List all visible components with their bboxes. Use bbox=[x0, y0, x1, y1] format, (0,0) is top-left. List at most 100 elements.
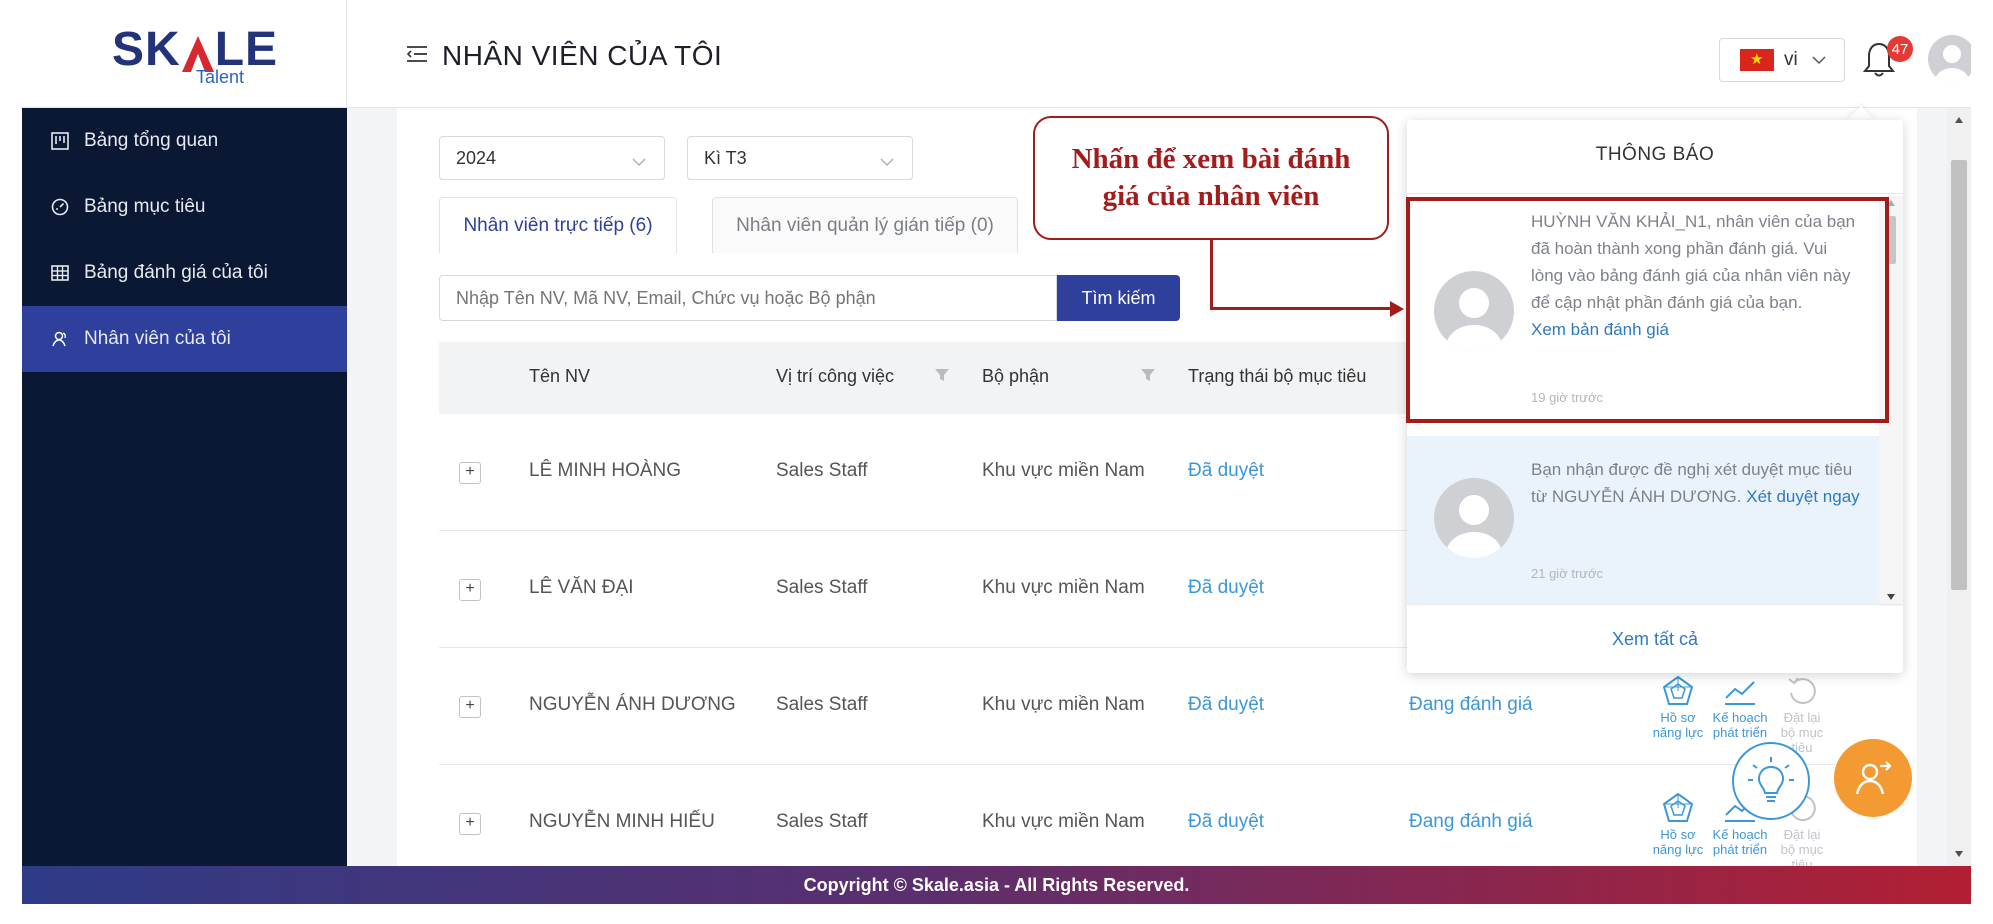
sidebar-item-goals[interactable]: Bảng mục tiêu bbox=[22, 174, 347, 240]
app-window: SK LE Talent Bảng tổng quan Bảng mục tiêu… bbox=[22, 0, 1971, 904]
table-icon bbox=[50, 263, 70, 283]
employee-position: Sales Staff bbox=[776, 460, 868, 481]
language-select[interactable]: vi bbox=[1719, 38, 1845, 82]
row-actions: Hồ sơ năng lực Kế hoạch phát triển Đặt l… bbox=[1647, 672, 1887, 755]
column-header-goal-status: Trạng thái bộ mục tiêu bbox=[1188, 366, 1367, 386]
trend-chart-icon bbox=[1709, 672, 1771, 710]
scroll-up-icon[interactable] bbox=[1954, 116, 1964, 124]
sidebar-nav: Bảng tổng quan Bảng mục tiêu Bảng đánh g… bbox=[22, 108, 347, 372]
column-header-position: Vị trí công việc bbox=[776, 366, 895, 386]
user-arrow-icon bbox=[1855, 761, 1892, 795]
page-title: NHÂN VIÊN CỦA TÔI bbox=[442, 40, 723, 71]
avatar bbox=[1434, 478, 1514, 558]
annotation-arrow-head bbox=[1390, 301, 1404, 317]
filter-icon[interactable] bbox=[1140, 368, 1156, 387]
action-label: Đặt lại bbox=[1783, 827, 1821, 842]
scroll-down-icon[interactable] bbox=[1954, 850, 1964, 858]
action-label: Kế hoạch bbox=[1712, 710, 1768, 725]
vietnam-flag-icon bbox=[1740, 49, 1774, 71]
gauge-icon bbox=[50, 197, 70, 217]
year-select[interactable]: 2024 bbox=[439, 136, 665, 180]
notification-text: Bạn nhận được đề nghị xét duyệt mục tiêu… bbox=[1531, 456, 1861, 510]
radar-chart-icon bbox=[1647, 672, 1709, 710]
employee-department: Khu vực miền Nam bbox=[982, 694, 1145, 715]
lightbulb-icon bbox=[1748, 757, 1794, 802]
sidebar-item-label: Nhân viên của tôi bbox=[84, 328, 231, 349]
approve-now-link[interactable]: Xét duyệt ngay bbox=[1746, 487, 1859, 506]
review-status[interactable]: Đang đánh giá bbox=[1409, 694, 1533, 716]
annotation-arrow bbox=[1210, 240, 1213, 310]
chevron-down-icon bbox=[632, 151, 646, 172]
radar-chart-icon bbox=[1647, 789, 1709, 827]
search-input[interactable] bbox=[439, 275, 1057, 321]
page-scroll-thumb[interactable] bbox=[1951, 160, 1967, 590]
action-label: năng lực bbox=[1652, 725, 1704, 740]
tips-button[interactable] bbox=[1732, 742, 1810, 820]
goal-status[interactable]: Đã duyệt bbox=[1188, 460, 1264, 482]
expand-row-button[interactable]: + bbox=[459, 579, 481, 601]
filter-icon[interactable] bbox=[934, 368, 950, 387]
competency-profile-button[interactable]: Hồ sơ năng lực bbox=[1647, 789, 1709, 857]
expand-row-button[interactable]: + bbox=[459, 462, 481, 484]
employee-department: Khu vực miền Nam bbox=[982, 577, 1145, 598]
annotation-callout: Nhấn để xem bài đánh giá của nhân viên bbox=[1033, 116, 1389, 240]
employee-name[interactable]: LÊ VĂN ĐẠI bbox=[529, 577, 634, 599]
column-header-name: Tên NV bbox=[529, 366, 591, 386]
employee-department: Khu vực miền Nam bbox=[982, 811, 1145, 832]
sidebar-item-label: Bảng tổng quan bbox=[84, 130, 219, 151]
employee-name[interactable]: LÊ MINH HOÀNG bbox=[529, 460, 681, 482]
goal-status[interactable]: Đã duyệt bbox=[1188, 577, 1264, 599]
chevron-down-icon bbox=[880, 151, 894, 172]
notification-badge: 47 bbox=[1887, 36, 1913, 62]
action-label: Hồ sơ bbox=[1660, 710, 1696, 725]
expand-row-button[interactable]: + bbox=[459, 696, 481, 718]
sidebar-item-overview[interactable]: Bảng tổng quan bbox=[22, 108, 347, 174]
divider bbox=[1407, 193, 1903, 194]
sidebar-item-label: Bảng đánh giá của tôi bbox=[84, 262, 268, 283]
sidebar: SK LE Talent Bảng tổng quan Bảng mục tiêu… bbox=[22, 0, 347, 866]
table-row: + NGUYỄN MINH HIẾU Sales Staff Khu vực m… bbox=[439, 765, 1859, 882]
menu-toggle-icon[interactable] bbox=[406, 46, 427, 67]
sidebar-item-label: Bảng mục tiêu bbox=[84, 196, 206, 217]
action-label: năng lực bbox=[1652, 842, 1704, 857]
goal-status[interactable]: Đã duyệt bbox=[1188, 811, 1264, 833]
user-support-button[interactable] bbox=[1834, 739, 1912, 817]
top-header: NHÂN VIÊN CỦA TÔI vi 47 bbox=[347, 0, 1971, 108]
sidebar-item-my-review[interactable]: Bảng đánh giá của tôi bbox=[22, 240, 347, 306]
tab-direct-employees[interactable]: Nhân viên trực tiếp (6) bbox=[439, 197, 677, 253]
scroll-down-icon[interactable] bbox=[1887, 594, 1895, 600]
action-label: phát triển bbox=[1712, 725, 1768, 740]
period-select[interactable]: Kì T3 bbox=[687, 136, 913, 180]
see-all-notifications-link[interactable]: Xem tất cả bbox=[1407, 604, 1903, 673]
competency-profile-button[interactable]: Hồ sơ năng lực bbox=[1647, 672, 1709, 740]
sidebar-item-my-employees[interactable]: Nhân viên của tôi bbox=[22, 306, 347, 372]
action-label: Đặt lại bbox=[1783, 710, 1821, 725]
tab-label: Nhân viên trực tiếp (6) bbox=[463, 214, 653, 236]
period-value: Kì T3 bbox=[704, 147, 747, 168]
action-label: Hồ sơ bbox=[1660, 827, 1696, 842]
search-button[interactable]: Tìm kiếm bbox=[1057, 275, 1180, 321]
tab-indirect-employees[interactable]: Nhân viên quản lý gián tiếp (0) bbox=[712, 197, 1018, 253]
review-status[interactable]: Đang đánh giá bbox=[1409, 811, 1533, 833]
notification-time: 21 giờ trước bbox=[1531, 566, 1603, 581]
logo-subtitle: Talent bbox=[196, 67, 245, 87]
user-avatar[interactable] bbox=[1928, 35, 1971, 83]
goal-status[interactable]: Đã duyệt bbox=[1188, 694, 1264, 716]
people-icon bbox=[50, 329, 70, 349]
action-label: phát triển bbox=[1712, 842, 1768, 857]
employee-name[interactable]: NGUYỄN MINH HIẾU bbox=[529, 811, 715, 833]
logo-text-left: SK bbox=[112, 23, 181, 76]
development-plan-button[interactable]: Kế hoạch phát triển bbox=[1709, 672, 1771, 740]
employee-position: Sales Staff bbox=[776, 811, 868, 832]
highlight-box bbox=[1406, 197, 1889, 423]
footer: Copyright © Skale.asia - All Rights Rese… bbox=[22, 866, 1971, 904]
employee-department: Khu vực miền Nam bbox=[982, 460, 1145, 481]
expand-row-button[interactable]: + bbox=[459, 813, 481, 835]
employee-position: Sales Staff bbox=[776, 694, 868, 715]
employee-name[interactable]: NGUYỄN ÁNH DƯƠNG bbox=[529, 694, 736, 716]
language-value: vi bbox=[1784, 49, 1798, 70]
page-scrollbar[interactable] bbox=[1947, 108, 1971, 866]
notification-item[interactable]: Bạn nhận được đề nghị xét duyệt mục tiêu… bbox=[1407, 436, 1879, 604]
employee-position: Sales Staff bbox=[776, 577, 868, 598]
logo-area: SK LE Talent bbox=[22, 0, 347, 108]
